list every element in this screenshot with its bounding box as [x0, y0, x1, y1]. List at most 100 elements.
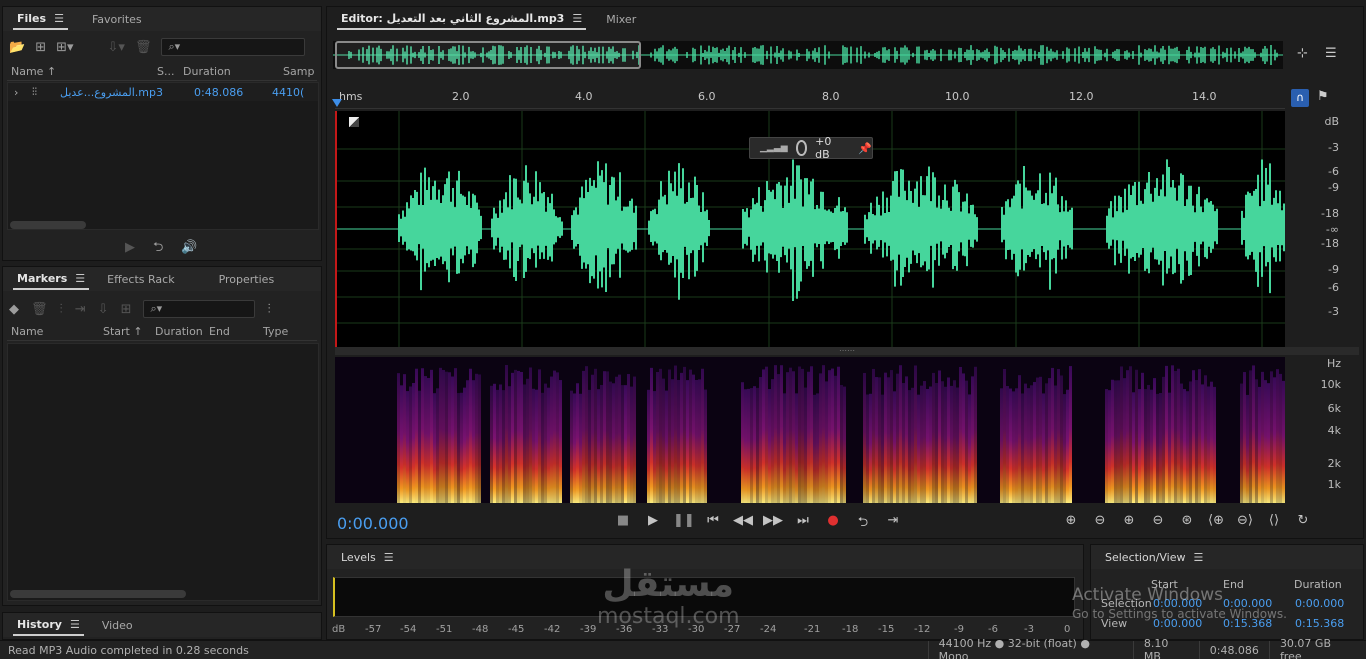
- marker-pin-icon[interactable]: ⚑: [1317, 90, 1329, 103]
- import-icon[interactable]: ⊞: [35, 41, 46, 54]
- hud-gain-control[interactable]: ▁▂▃▅ +0 dB 📌: [749, 135, 873, 161]
- loop-icon[interactable]: ⮌: [153, 241, 163, 254]
- channel-toggle-icon[interactable]: [349, 117, 359, 127]
- tab-properties[interactable]: Properties: [215, 268, 279, 290]
- play-icon[interactable]: ▶: [643, 513, 663, 535]
- fast-forward-icon[interactable]: ▶▶: [763, 513, 783, 535]
- col-duration[interactable]: Duration: [179, 65, 279, 78]
- tab-favorites[interactable]: Favorites: [88, 8, 146, 30]
- tab-selection-view[interactable]: Selection/View ☰: [1101, 546, 1207, 568]
- overview-navigator[interactable]: [333, 41, 1283, 69]
- zoom-selection-icon[interactable]: ⟨⟩: [1264, 513, 1284, 528]
- filter-icon[interactable]: ⫶: [267, 303, 270, 316]
- rewind-icon[interactable]: ◀◀: [733, 513, 753, 535]
- zoom-toggle-icon[interactable]: ⊹: [1297, 47, 1308, 60]
- waveform-segment: [491, 165, 563, 281]
- files-search-input[interactable]: ⌕▾: [161, 38, 306, 56]
- zoom-out-point-icon[interactable]: ⊖⟩: [1235, 513, 1255, 528]
- menu-icon[interactable]: ☰: [54, 12, 64, 25]
- table-row[interactable]: › ⫶⫶ المشروع...عديل.mp3 0:48.086 4410(: [8, 83, 318, 101]
- playhead-marker-icon[interactable]: [332, 99, 342, 107]
- play-icon[interactable]: ▶: [125, 241, 135, 254]
- spectral-column: [929, 386, 932, 503]
- zoom-out-time-icon[interactable]: ⊖: [1148, 513, 1168, 528]
- go-to-start-icon[interactable]: ⏮: [703, 513, 723, 535]
- export-selection-icon[interactable]: ⇩: [98, 303, 109, 316]
- hud-gain-value[interactable]: +0 dB: [815, 135, 836, 161]
- menu-icon[interactable]: ☰: [70, 618, 80, 631]
- waveform-display[interactable]: ▁▂▃▅ +0 dB 📌: [335, 111, 1287, 347]
- spectral-column: [502, 390, 505, 503]
- menu-icon[interactable]: ☰: [572, 12, 582, 25]
- zoom-out-amplitude-icon[interactable]: ⊖: [1090, 513, 1110, 528]
- spectral-column: [544, 383, 547, 503]
- zoom-in-point-icon[interactable]: ⟨⊕: [1206, 513, 1226, 528]
- gain-knob-icon[interactable]: [795, 140, 808, 156]
- tab-history[interactable]: History ☰: [13, 614, 84, 636]
- col-end[interactable]: End: [205, 325, 259, 338]
- skip-selection-icon[interactable]: ⇥: [883, 513, 903, 535]
- delete-marker-icon[interactable]: 🗑: [31, 303, 48, 316]
- menu-icon[interactable]: ☰: [1194, 551, 1204, 564]
- spectral-column: [424, 376, 427, 503]
- spectral-column: [959, 366, 962, 503]
- tab-editor[interactable]: Editor: المشروع الثاني بعد التعديل.mp3 ☰: [337, 8, 587, 30]
- spectral-column: [412, 382, 415, 503]
- spectral-column: [683, 366, 686, 503]
- open-folder-icon[interactable]: 📂: [9, 41, 25, 54]
- zoom-reset-icon[interactable]: ↻: [1293, 513, 1313, 528]
- pin-icon[interactable]: 📌: [858, 142, 872, 155]
- spectral-column: [466, 380, 469, 503]
- menu-icon[interactable]: ☰: [384, 551, 394, 564]
- time-display[interactable]: 0:00.000: [337, 514, 409, 533]
- merge-markers-icon[interactable]: ⫶: [60, 303, 63, 316]
- tab-effects-rack[interactable]: Effects Rack: [103, 268, 178, 290]
- spectral-column: [1033, 381, 1036, 503]
- insert-to-playlist-icon[interactable]: ⇥: [75, 303, 86, 316]
- zoom-out-full-icon[interactable]: ⊛: [1177, 513, 1197, 528]
- spectral-display[interactable]: [335, 357, 1285, 503]
- delete-icon[interactable]: 🗑: [135, 41, 152, 54]
- go-to-end-icon[interactable]: ⏭: [793, 513, 813, 535]
- levels-label: -18: [842, 624, 859, 635]
- add-marker-icon[interactable]: ◆: [9, 303, 19, 316]
- expand-arrow-icon[interactable]: ›: [8, 86, 22, 99]
- files-scrollbar[interactable]: [10, 221, 86, 229]
- tab-mixer[interactable]: Mixer: [602, 8, 640, 30]
- list-view-icon[interactable]: ☰: [1325, 47, 1337, 60]
- waveform-segment: [1106, 159, 1218, 286]
- insert-icon[interactable]: ⇩▾: [108, 41, 125, 54]
- col-name[interactable]: Name ↑: [7, 65, 153, 78]
- markers-search-input[interactable]: ⌕▾: [143, 300, 256, 318]
- batch-process-icon[interactable]: ⊞: [121, 303, 132, 316]
- spectral-column: [944, 386, 947, 503]
- col-name[interactable]: Name: [7, 325, 99, 338]
- pause-icon[interactable]: ❚❚: [673, 513, 695, 535]
- selection-duration[interactable]: 0:00.000: [1295, 597, 1344, 610]
- col-start[interactable]: Start ↑: [99, 325, 151, 338]
- view-splitter[interactable]: ⋯⋯: [335, 347, 1359, 355]
- tab-video[interactable]: Video: [98, 614, 137, 636]
- tab-files[interactable]: Files ☰: [13, 8, 68, 30]
- timeline-ruler[interactable]: hms 2.0 4.0 6.0 8.0 10.0 12.0 14.0: [332, 87, 1285, 109]
- col-duration[interactable]: Duration: [151, 325, 205, 338]
- zoom-in-time-icon[interactable]: ⊕: [1119, 513, 1139, 528]
- tab-levels[interactable]: Levels ☰: [337, 546, 398, 568]
- tab-markers[interactable]: Markers ☰: [13, 268, 90, 290]
- loop-playback-icon[interactable]: ⮌: [853, 513, 873, 535]
- col-type[interactable]: Type: [259, 325, 309, 338]
- stop-icon[interactable]: ■: [613, 513, 633, 535]
- view-duration[interactable]: 0:15.368: [1295, 617, 1344, 630]
- snap-toggle-icon[interactable]: ∩: [1291, 89, 1309, 107]
- record-icon[interactable]: ●: [823, 513, 843, 535]
- menu-icon[interactable]: ☰: [75, 272, 85, 285]
- waveform-segment: [1241, 159, 1287, 294]
- ruler-unit: hms: [339, 90, 363, 103]
- overview-viewport[interactable]: [335, 41, 641, 69]
- zoom-in-amplitude-icon[interactable]: ⊕: [1061, 513, 1081, 528]
- col-sample[interactable]: Sampl: [279, 65, 315, 78]
- new-file-icon[interactable]: ⊞▾: [56, 41, 73, 54]
- autoplay-icon[interactable]: 🔊: [181, 241, 197, 254]
- markers-scrollbar[interactable]: [10, 590, 186, 598]
- col-s[interactable]: S...: [153, 65, 179, 78]
